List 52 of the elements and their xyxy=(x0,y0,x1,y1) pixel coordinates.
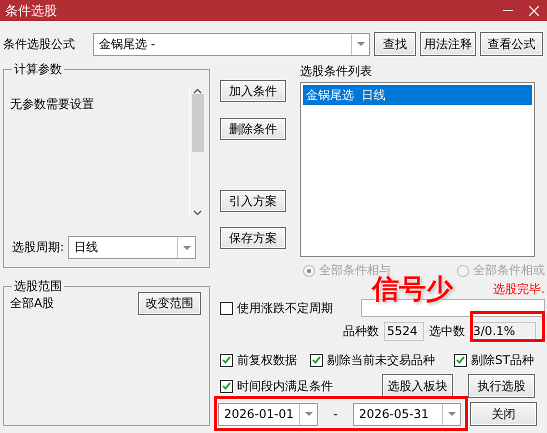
end-date-dropdown[interactable]: 2026-05-31 xyxy=(353,402,461,426)
list-item[interactable]: 金锅尾选 日线 xyxy=(303,85,532,105)
close-dialog-button[interactable]: 关闭 xyxy=(470,402,537,426)
checkbox-label: 剔除当前未交易品种 xyxy=(327,352,435,368)
condition-button[interactable]: 删除条件 xyxy=(220,118,286,140)
list-label: 选股条件列表 xyxy=(300,63,373,80)
date-separator: - xyxy=(332,407,339,421)
radio-label: 全部条件相或 xyxy=(473,262,545,279)
count-field: 5524 xyxy=(384,322,424,340)
checkbox[interactable] xyxy=(220,380,233,392)
checkbox-label: 前复权数据 xyxy=(237,352,297,368)
formula-dropdown[interactable]: 金锅尾选 - xyxy=(93,32,370,56)
close-icon xyxy=(529,6,539,16)
status-text: 选股完毕. xyxy=(493,280,545,298)
checkbox[interactable] xyxy=(454,354,467,366)
annotation-text: 信号少 xyxy=(372,274,453,307)
period-label: 选股周期: xyxy=(12,239,64,256)
scope-text: 全部A股 xyxy=(10,295,54,312)
caret-icon xyxy=(448,412,456,416)
chevron-down-icon[interactable] xyxy=(193,210,202,216)
toolbar-button[interactable]: 用法注释 xyxy=(420,32,476,56)
checkbox[interactable] xyxy=(310,354,323,366)
action-button[interactable]: 执行选股 xyxy=(468,374,535,398)
caret-icon xyxy=(304,412,312,416)
count-field: 3/0.1% xyxy=(470,322,536,340)
caret-icon xyxy=(356,42,364,46)
checkbox-label: 剔除ST品种 xyxy=(471,352,534,368)
caret-icon xyxy=(182,246,191,250)
period-dropdown[interactable]: 日线 xyxy=(68,236,196,259)
condition-button[interactable]: 引入方案 xyxy=(220,190,286,212)
window-title: 条件选股 xyxy=(5,2,58,20)
panel-title: 选股范围 xyxy=(12,278,64,295)
formula-label: 条件选股公式 xyxy=(3,36,76,52)
chevron-up-icon[interactable] xyxy=(193,88,202,94)
start-date-dropdown[interactable]: 2026-01-01 xyxy=(218,402,318,426)
params-text: 无参数需要设置 xyxy=(10,96,94,113)
toolbar-button[interactable]: 查找 xyxy=(374,32,416,56)
scroll-thumb[interactable] xyxy=(192,94,204,152)
checkbox[interactable] xyxy=(220,354,233,366)
checkbox-label: 使用涨跌不定周期 xyxy=(237,300,334,316)
condition-button[interactable]: 保存方案 xyxy=(220,227,286,249)
panel-title: 计算参数 xyxy=(12,61,64,78)
checkbox-label: 时间段内满足条件 xyxy=(237,378,333,394)
count-label: 选中数 xyxy=(429,322,465,340)
count-label: 品种数 xyxy=(343,322,379,340)
toolbar-button[interactable]: 查看公式 xyxy=(480,32,543,56)
change-scope-button[interactable]: 改变范围 xyxy=(138,292,201,315)
minimize-icon xyxy=(503,10,513,12)
condition-button[interactable]: 加入条件 xyxy=(220,80,286,102)
action-button[interactable]: 选股入板块 xyxy=(382,374,453,398)
checkbox[interactable] xyxy=(220,302,233,314)
radio-label: 全部条件相与 xyxy=(319,262,391,277)
